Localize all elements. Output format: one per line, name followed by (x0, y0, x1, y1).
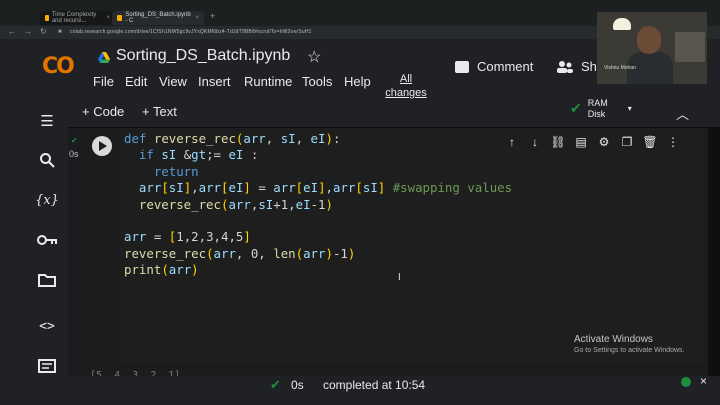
notebook-title[interactable]: Sorting_DS_Batch.ipynb (116, 47, 290, 65)
ram-disk-indicator[interactable]: ✔ RAM Disk ▾ (570, 98, 632, 119)
delete-icon[interactable]: 🗑 (642, 135, 657, 149)
webcam-name: Vishnu Mohan (604, 65, 636, 71)
favicon-icon (117, 15, 123, 21)
webcam-overlay (597, 12, 707, 84)
cell-toolbar: ↑ ↓ ⛓ ▤ ⚙ ❐ 🗑 ⋮ (505, 135, 680, 149)
toc-icon[interactable]: ☰ (36, 112, 58, 130)
menu-help[interactable]: Help (344, 74, 371, 89)
collapse-header-icon[interactable]: ︿ (676, 104, 689, 123)
comment-button[interactable]: Comment (455, 59, 533, 74)
close-status-icon[interactable]: × (700, 374, 707, 388)
tab-title: Sorting_DS_Batch.ipynb - C (125, 12, 191, 24)
menu-file[interactable]: File (93, 74, 114, 89)
connected-check-icon: ✔ (570, 100, 582, 116)
back-icon[interactable]: ← (8, 27, 16, 36)
menu-insert[interactable]: Insert (198, 74, 231, 89)
code-snippets-icon[interactable]: <> (36, 317, 58, 335)
forward-icon[interactable]: → (24, 27, 32, 36)
colab-logo[interactable]: CO (42, 54, 75, 79)
browser-tab[interactable]: Time Complexity and recursi... × (40, 11, 115, 25)
logo-text: CO (42, 54, 75, 79)
reload-icon[interactable]: ↻ (40, 27, 47, 36)
terminal-icon[interactable] (36, 357, 58, 375)
menu-edit[interactable]: Edit (125, 74, 147, 89)
comment-label: Comment (477, 59, 534, 74)
link-icon[interactable]: ⛓ (550, 135, 565, 149)
all-changes-link[interactable]: All changes (383, 72, 429, 100)
person-head-shape (637, 26, 661, 54)
status-indicator-icon (681, 377, 691, 387)
status-message: completed at 10:54 (323, 378, 426, 392)
close-tab-icon[interactable]: × (106, 15, 110, 21)
menu-tools[interactable]: Tools (302, 74, 332, 89)
search-icon[interactable] (36, 151, 58, 169)
activate-windows-subtitle: Go to Settings to activate Windows. (574, 347, 685, 354)
folder-icon[interactable] (36, 271, 58, 289)
star-icon[interactable]: ☆ (307, 47, 321, 67)
comment-icon (455, 60, 469, 73)
shelf-shape (675, 32, 705, 62)
status-check-icon: ✔ (270, 377, 281, 392)
add-code-button[interactable]: + Code (82, 104, 124, 119)
activate-windows-title: Activate Windows (574, 334, 653, 345)
settings-gear-icon[interactable]: ⚙ (597, 135, 611, 149)
text-cursor-icon: I (398, 272, 401, 283)
executed-check-icon: ✔ (71, 136, 78, 145)
close-tab-icon[interactable]: × (195, 15, 199, 21)
add-text-button[interactable]: + Text (142, 104, 177, 119)
tab-title: Time Complexity and recursi... (51, 12, 97, 24)
lamp-shape (613, 18, 631, 30)
favicon-icon (45, 15, 49, 21)
run-cell-button[interactable] (92, 136, 112, 156)
comment-cell-icon[interactable]: ▤ (574, 135, 588, 149)
more-options-icon[interactable]: ⋮ (666, 135, 680, 149)
code-editor[interactable]: def reverse_rec(arr, sI, eI): if sI &gt;… (124, 131, 512, 279)
key-icon[interactable] (36, 231, 58, 249)
status-time: 0s (291, 378, 304, 392)
ram-label: RAM (587, 98, 608, 108)
lock-icon: ■ (58, 29, 62, 35)
drive-icon[interactable] (98, 52, 110, 63)
menu-view[interactable]: View (159, 74, 187, 89)
chevron-down-icon[interactable]: ▾ (628, 104, 632, 113)
left-sidebar: ☰ {x} <> (0, 99, 68, 389)
execution-time: 0s (69, 149, 79, 159)
menu-runtime[interactable]: Runtime (244, 74, 292, 89)
move-up-icon[interactable]: ↑ (505, 135, 519, 149)
browser-tab-active[interactable]: Sorting_DS_Batch.ipynb - C × (112, 11, 204, 25)
people-icon (557, 60, 573, 73)
disk-label: Disk (587, 109, 606, 119)
move-down-icon[interactable]: ↓ (528, 135, 542, 149)
mirror-cell-icon[interactable]: ❐ (620, 135, 634, 149)
variables-icon[interactable]: {x} (35, 191, 59, 209)
new-tab-button[interactable]: + (210, 11, 215, 21)
url-field[interactable]: colab.research.google.com/drive/1CfSh1NW… (70, 29, 330, 35)
